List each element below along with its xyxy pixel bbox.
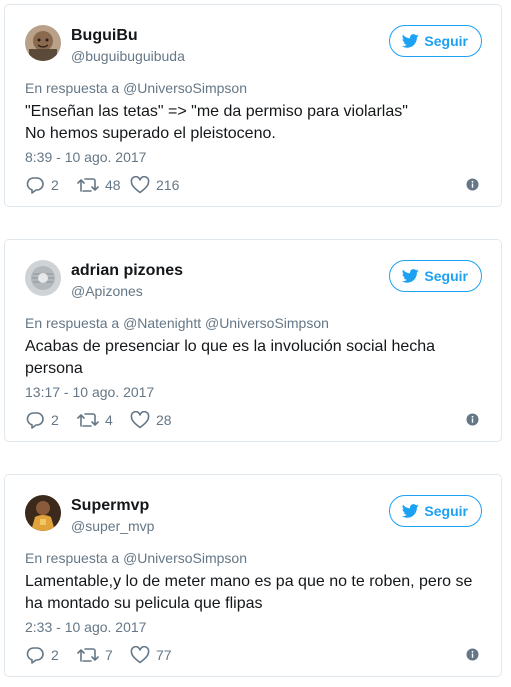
like-button[interactable]: 77 <box>130 646 172 664</box>
retweet-count: 48 <box>105 177 121 193</box>
reply-context: En respuesta a @UniversoSimpson <box>25 550 247 566</box>
reply-icon <box>25 411 45 429</box>
user-handle[interactable]: @buguibuguibuda <box>71 48 185 64</box>
tweet-text-line: No hemos superado el pleistoceno. <box>25 125 276 142</box>
retweet-count: 7 <box>105 647 113 663</box>
tweet-card[interactable]: BuguiBu @buguibuguibuda Seguir En respue… <box>4 4 502 207</box>
follow-button[interactable]: Seguir <box>389 495 482 527</box>
like-button[interactable]: 28 <box>130 411 172 429</box>
display-name[interactable]: Supermvp <box>71 497 149 515</box>
tweet-card[interactable]: Supermvp @super_mvp Seguir En respuesta … <box>4 474 502 677</box>
retweet-icon <box>77 646 99 664</box>
reply-context: En respuesta a @Natenightt @UniversoSimp… <box>25 315 329 331</box>
twitter-bird-icon <box>402 504 420 518</box>
tweet-text-line: Lamentable,y lo de meter mano es pa que … <box>25 573 473 590</box>
tweet-actions: 2 48 216 <box>25 175 179 195</box>
avatar[interactable] <box>25 260 61 296</box>
like-count: 28 <box>156 412 172 428</box>
reply-count: 2 <box>51 647 59 663</box>
heart-icon <box>130 646 150 664</box>
retweet-button[interactable]: 48 <box>77 176 130 194</box>
user-handle[interactable]: @Apizones <box>71 283 143 299</box>
tweet-timestamp[interactable]: 13:17 - 10 ago. 2017 <box>25 384 154 400</box>
reply-prefix: En respuesta a <box>25 80 120 96</box>
like-count: 216 <box>156 177 180 193</box>
reply-count: 2 <box>51 177 59 193</box>
reply-mentions[interactable]: @UniversoSimpson <box>123 550 247 566</box>
twitter-bird-icon <box>402 269 420 283</box>
tweet-text-line: "Enseñan las tetas" => "me da permiso pa… <box>25 103 408 120</box>
like-button[interactable]: 216 <box>130 176 179 194</box>
twitter-bird-icon <box>402 34 420 48</box>
heart-icon <box>130 176 150 194</box>
reply-button[interactable]: 2 <box>25 176 77 194</box>
tweet-text-line: persona <box>25 360 83 377</box>
reply-prefix: En respuesta a <box>25 550 120 566</box>
display-name[interactable]: adrian pizones <box>71 262 183 280</box>
reply-button[interactable]: 2 <box>25 411 77 429</box>
follow-button[interactable]: Seguir <box>389 25 482 57</box>
reply-prefix: En respuesta a <box>25 315 120 331</box>
follow-button-label: Seguir <box>424 503 468 519</box>
tweet-feed: BuguiBu @buguibuguibuda Seguir En respue… <box>0 0 511 687</box>
info-icon[interactable] <box>466 413 479 426</box>
tweet-card[interactable]: adrian pizones @Apizones Seguir En respu… <box>4 239 502 442</box>
tweet-actions: 2 4 28 <box>25 410 172 430</box>
tweet-text: Acabas de presenciar lo que es la involu… <box>25 336 480 380</box>
reply-mentions[interactable]: @Natenightt @UniversoSimpson <box>123 315 329 331</box>
follow-button-label: Seguir <box>424 268 468 284</box>
info-icon[interactable] <box>466 648 479 661</box>
reply-button[interactable]: 2 <box>25 646 77 664</box>
retweet-icon <box>77 176 99 194</box>
avatar[interactable] <box>25 495 61 531</box>
tweet-actions: 2 7 77 <box>25 645 172 665</box>
reply-mentions[interactable]: @UniversoSimpson <box>123 80 247 96</box>
info-icon[interactable] <box>466 178 479 191</box>
follow-button-label: Seguir <box>424 33 468 49</box>
reply-count: 2 <box>51 412 59 428</box>
tweet-text: "Enseñan las tetas" => "me da permiso pa… <box>25 101 480 145</box>
tweet-text-line: Acabas de presenciar lo que es la involu… <box>25 338 436 355</box>
reply-context: En respuesta a @UniversoSimpson <box>25 80 247 96</box>
user-handle[interactable]: @super_mvp <box>71 518 154 534</box>
tweet-text: Lamentable,y lo de meter mano es pa que … <box>25 571 480 615</box>
avatar[interactable] <box>25 25 61 61</box>
reply-icon <box>25 646 45 664</box>
retweet-button[interactable]: 4 <box>77 411 130 429</box>
retweet-button[interactable]: 7 <box>77 646 130 664</box>
like-count: 77 <box>156 647 172 663</box>
retweet-icon <box>77 411 99 429</box>
retweet-count: 4 <box>105 412 113 428</box>
follow-button[interactable]: Seguir <box>389 260 482 292</box>
heart-icon <box>130 411 150 429</box>
display-name[interactable]: BuguiBu <box>71 27 138 45</box>
tweet-text-line: ha montado su pelicula que flipas <box>25 595 263 612</box>
tweet-timestamp[interactable]: 2:33 - 10 ago. 2017 <box>25 619 146 635</box>
tweet-timestamp[interactable]: 8:39 - 10 ago. 2017 <box>25 149 146 165</box>
reply-icon <box>25 176 45 194</box>
